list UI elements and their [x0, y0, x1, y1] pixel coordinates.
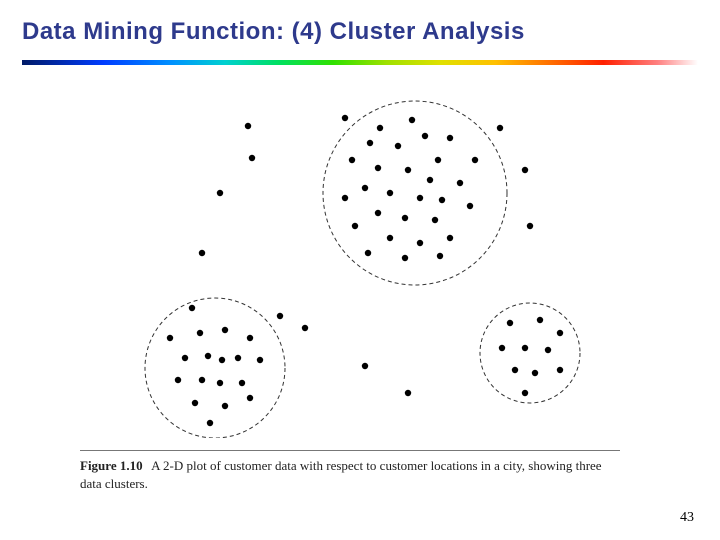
data-point — [375, 165, 381, 171]
data-point — [447, 235, 453, 241]
title-underline-bar — [22, 60, 698, 65]
data-point — [362, 185, 368, 191]
data-point — [512, 367, 518, 373]
figure-caption: Figure 1.10 A 2-D plot of customer data … — [80, 450, 620, 492]
data-point — [437, 253, 443, 259]
data-point — [199, 377, 205, 383]
data-point — [522, 390, 528, 396]
data-point — [219, 357, 225, 363]
data-point — [532, 370, 538, 376]
data-point — [417, 195, 423, 201]
data-point — [182, 355, 188, 361]
data-point — [217, 190, 223, 196]
data-point — [199, 250, 205, 256]
data-point — [472, 157, 478, 163]
figure-number: Figure 1.10 — [80, 458, 143, 473]
data-point — [367, 140, 373, 146]
data-point — [537, 317, 543, 323]
data-point — [557, 330, 563, 336]
scatter-plot-svg — [130, 98, 610, 438]
data-point — [217, 380, 223, 386]
data-point — [352, 223, 358, 229]
data-point — [527, 223, 533, 229]
data-point — [387, 235, 393, 241]
data-point — [239, 380, 245, 386]
data-point — [375, 210, 381, 216]
data-point — [422, 133, 428, 139]
data-point — [362, 363, 368, 369]
data-point — [342, 195, 348, 201]
data-point — [435, 157, 441, 163]
data-point — [302, 325, 308, 331]
data-point — [235, 355, 241, 361]
data-point — [167, 335, 173, 341]
data-point — [522, 167, 528, 173]
data-point — [205, 353, 211, 359]
data-point — [432, 217, 438, 223]
scatter-plot — [130, 98, 610, 438]
data-point — [409, 117, 415, 123]
data-point — [192, 400, 198, 406]
data-point — [497, 125, 503, 131]
data-point — [427, 177, 433, 183]
data-point — [222, 403, 228, 409]
data-point — [247, 395, 253, 401]
data-point — [342, 115, 348, 121]
data-point — [175, 377, 181, 383]
data-point — [207, 420, 213, 426]
data-point — [257, 357, 263, 363]
data-point — [189, 305, 195, 311]
data-point — [402, 255, 408, 261]
cluster-ring — [480, 303, 580, 403]
data-point — [197, 330, 203, 336]
data-point — [545, 347, 551, 353]
cluster-ring — [145, 298, 285, 438]
data-point — [405, 167, 411, 173]
data-point — [417, 240, 423, 246]
data-point — [222, 327, 228, 333]
cluster-ring — [323, 101, 507, 285]
data-point — [387, 190, 393, 196]
data-point — [405, 390, 411, 396]
data-point — [557, 367, 563, 373]
data-point — [245, 123, 251, 129]
page-title: Data Mining Function: (4) Cluster Analys… — [0, 0, 720, 46]
data-point — [395, 143, 401, 149]
data-point — [349, 157, 355, 163]
data-point — [457, 180, 463, 186]
data-point — [507, 320, 513, 326]
data-point — [402, 215, 408, 221]
data-point — [277, 313, 283, 319]
data-point — [447, 135, 453, 141]
data-point — [439, 197, 445, 203]
figure-caption-text: A 2-D plot of customer data with respect… — [80, 458, 602, 491]
data-point — [467, 203, 473, 209]
data-point — [249, 155, 255, 161]
data-point — [499, 345, 505, 351]
data-point — [247, 335, 253, 341]
page-number: 43 — [680, 510, 694, 526]
data-point — [377, 125, 383, 131]
data-point — [522, 345, 528, 351]
data-point — [365, 250, 371, 256]
